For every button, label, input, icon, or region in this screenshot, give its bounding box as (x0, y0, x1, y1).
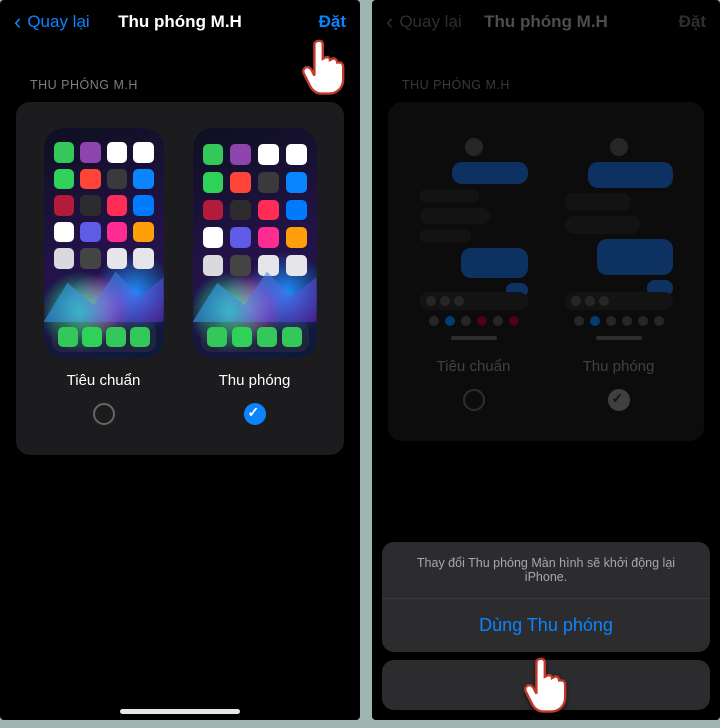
page-title: Thu phóng M.H (118, 12, 242, 32)
radio-zoomed[interactable] (244, 403, 266, 425)
option-standard-label: Tiêu chuẩn (67, 372, 141, 389)
option-standard[interactable]: Tiêu chuẩn (44, 128, 164, 425)
screen-display-zoom-confirm: ‹ Quay lại Thu phóng M.H Đặt THU PHÓNG M… (372, 0, 720, 720)
preview-zoomed-messages (557, 128, 681, 344)
preview-zoomed-phone (193, 128, 317, 358)
navbar: ‹ Quay lại Thu phóng M.H Đặt (0, 0, 360, 44)
screen-display-zoom: ‹ Quay lại Thu phóng M.H Đặt THU PHÓNG M… (0, 0, 360, 720)
use-zoom-button[interactable]: Dùng Thu phóng (382, 599, 710, 652)
confirm-action-sheet: Thay đổi Thu phóng Màn hình sẽ khởi động… (382, 542, 710, 710)
avatar-icon (465, 138, 483, 156)
home-indicator[interactable] (120, 709, 240, 714)
back-button[interactable]: ‹ Quay lại (14, 11, 90, 33)
option-zoomed-label: Thu phóng (583, 358, 655, 375)
radio-standard[interactable] (93, 403, 115, 425)
preview-card: Tiêu chuẩn (16, 102, 344, 455)
set-button: Đặt (679, 12, 706, 32)
cancel-button[interactable] (382, 660, 710, 710)
chevron-left-icon: ‹ (14, 11, 21, 33)
back-button: ‹ Quay lại (386, 11, 462, 33)
set-button[interactable]: Đặt (319, 12, 346, 32)
page-title: Thu phóng M.H (484, 12, 608, 32)
radio-standard (463, 389, 485, 411)
option-zoomed[interactable]: Thu phóng (193, 128, 317, 425)
option-zoomed: Thu phóng (557, 128, 681, 411)
chevron-left-icon: ‹ (386, 11, 393, 33)
section-header: THU PHÓNG M.H (0, 44, 360, 102)
preview-standard-messages (412, 128, 536, 344)
section-header: THU PHÓNG M.H (372, 44, 720, 102)
radio-zoomed (608, 389, 630, 411)
preview-card: Tiêu chuẩn Thu phóng (388, 102, 704, 441)
preview-standard-phone (44, 128, 164, 358)
sheet-message: Thay đổi Thu phóng Màn hình sẽ khởi động… (382, 542, 710, 599)
navbar: ‹ Quay lại Thu phóng M.H Đặt (372, 0, 720, 44)
option-standard-label: Tiêu chuẩn (437, 358, 511, 375)
option-zoomed-label: Thu phóng (219, 372, 291, 389)
back-label: Quay lại (399, 12, 461, 32)
back-label: Quay lại (27, 12, 89, 32)
option-standard: Tiêu chuẩn (412, 128, 536, 411)
avatar-icon (610, 138, 628, 156)
